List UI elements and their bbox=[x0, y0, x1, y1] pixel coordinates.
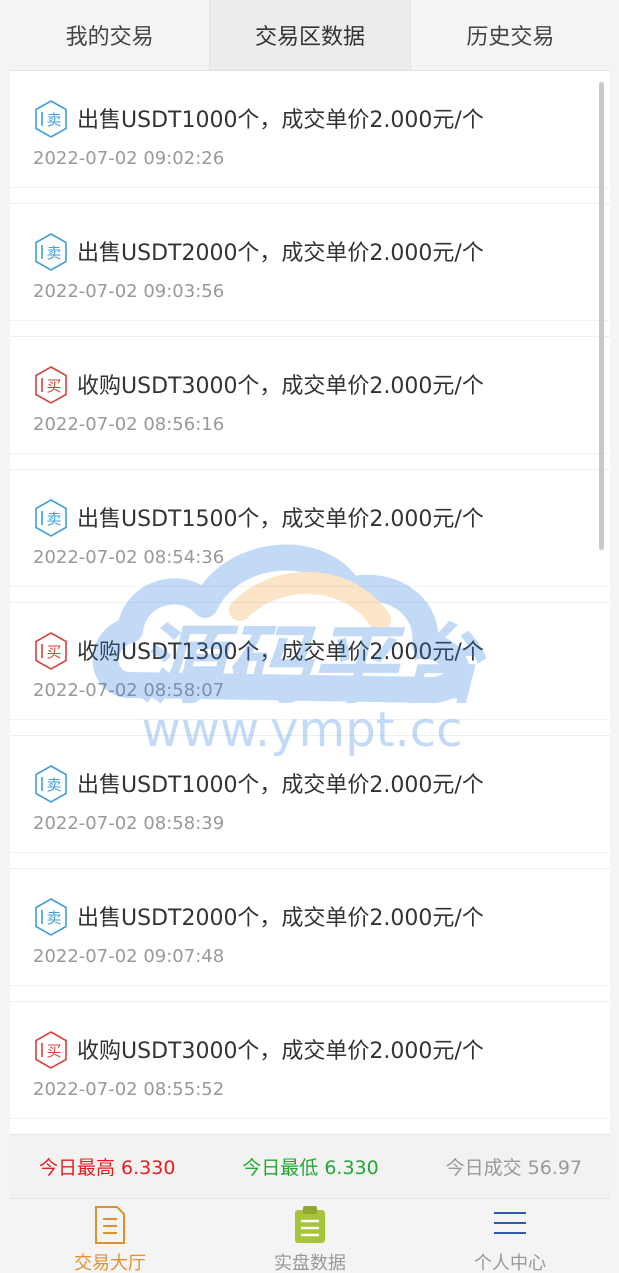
nav-personal-center-label: 个人中心 bbox=[474, 1253, 546, 1273]
buy-badge-icon: 买 bbox=[35, 1031, 67, 1069]
trade-row[interactable]: 卖出售USDT1000个，成交单价2.000元/个 2022-07-02 08:5… bbox=[10, 736, 610, 869]
clipboard-icon bbox=[295, 1206, 325, 1243]
trade-time: 2022-07-02 08:55:52 bbox=[33, 1079, 225, 1100]
daily-low: 今日最低 6.330 bbox=[242, 1157, 379, 1179]
trade-time: 2022-07-02 09:03:56 bbox=[33, 281, 225, 302]
tab-history-trades[interactable]: 历史交易 bbox=[411, 0, 610, 70]
trade-row[interactable]: 卖出售USDT1000个，成交单价2.000元/个 2022-07-02 09:0… bbox=[10, 71, 610, 204]
badge-label: 卖 bbox=[46, 776, 61, 794]
bottom-nav: 交易大厅 实盘数据 个人中心 bbox=[10, 1198, 610, 1273]
trade-time: 2022-07-02 09:02:26 bbox=[33, 148, 225, 169]
row-separator bbox=[10, 586, 610, 602]
trade-list[interactable]: 卖出售USDT1000个，成交单价2.000元/个 2022-07-02 09:0… bbox=[10, 71, 610, 1134]
trade-time: 2022-07-02 08:54:36 bbox=[33, 547, 225, 568]
row-separator bbox=[10, 719, 610, 735]
daily-stats-bar: 今日最高 6.330 今日最低 6.330 今日成交 56.97 bbox=[10, 1134, 610, 1198]
buy-badge-icon: 买 bbox=[35, 366, 67, 404]
trade-title: 收购USDT3000个，成交单价2.000元/个 bbox=[77, 1039, 484, 1064]
row-separator bbox=[10, 187, 610, 203]
document-icon bbox=[95, 1206, 125, 1244]
badge-label: 卖 bbox=[46, 111, 61, 129]
nav-personal-center[interactable]: 个人中心 bbox=[410, 1199, 610, 1273]
nav-trade-hall-label: 交易大厅 bbox=[74, 1253, 146, 1273]
trade-time: 2022-07-02 08:58:39 bbox=[33, 813, 225, 834]
nav-live-data[interactable]: 实盘数据 bbox=[210, 1199, 410, 1273]
trade-title: 出售USDT1500个，成交单价2.000元/个 bbox=[77, 507, 484, 532]
nav-live-data-label: 实盘数据 bbox=[274, 1253, 346, 1273]
daily-volume: 今日成交 56.97 bbox=[445, 1157, 582, 1179]
tab-bar: 我的交易 交易区数据 历史交易 bbox=[10, 0, 610, 71]
daily-high: 今日最高 6.330 bbox=[39, 1157, 176, 1179]
scrollbar[interactable] bbox=[599, 82, 604, 550]
trade-time: 2022-07-02 08:58:07 bbox=[33, 680, 225, 701]
badge-label: 卖 bbox=[46, 510, 61, 528]
trade-time: 2022-07-02 08:56:16 bbox=[33, 414, 225, 435]
sell-badge-icon: 卖 bbox=[35, 499, 67, 537]
sell-badge-icon: 卖 bbox=[35, 898, 67, 936]
trade-title: 出售USDT2000个，成交单价2.000元/个 bbox=[77, 241, 484, 266]
trade-title: 出售USDT1000个，成交单价2.000元/个 bbox=[77, 773, 484, 798]
row-separator bbox=[10, 320, 610, 336]
badge-label: 买 bbox=[46, 377, 61, 395]
trade-row[interactable]: 买收购USDT1300个，成交单价2.000元/个 2022-07-02 08:5… bbox=[10, 603, 610, 736]
sell-badge-icon: 卖 bbox=[35, 100, 67, 138]
nav-trade-hall[interactable]: 交易大厅 bbox=[10, 1199, 210, 1273]
badge-label: 卖 bbox=[46, 244, 61, 262]
trade-title: 收购USDT3000个，成交单价2.000元/个 bbox=[77, 374, 484, 399]
menu-lines-icon bbox=[494, 1212, 526, 1234]
row-separator bbox=[10, 852, 610, 868]
trade-row[interactable]: 买收购USDT3000个，成交单价2.000元/个 2022-07-02 08:5… bbox=[10, 1002, 610, 1134]
badge-label: 买 bbox=[46, 643, 61, 661]
sell-badge-icon: 卖 bbox=[35, 233, 67, 271]
trade-row[interactable]: 卖出售USDT2000个，成交单价2.000元/个 2022-07-02 09:0… bbox=[10, 204, 610, 337]
trade-title: 出售USDT1000个，成交单价2.000元/个 bbox=[77, 108, 484, 133]
trade-row[interactable]: 卖出售USDT2000个，成交单价2.000元/个 2022-07-02 09:0… bbox=[10, 869, 610, 1002]
trade-title: 收购USDT1300个，成交单价2.000元/个 bbox=[77, 640, 484, 665]
row-separator bbox=[10, 453, 610, 469]
row-separator bbox=[10, 985, 610, 1001]
sell-badge-icon: 卖 bbox=[35, 765, 67, 803]
tab-my-trades[interactable]: 我的交易 bbox=[10, 0, 211, 70]
buy-badge-icon: 买 bbox=[35, 632, 67, 670]
tab-trade-zone-data[interactable]: 交易区数据 bbox=[210, 0, 411, 70]
row-separator bbox=[10, 1118, 610, 1134]
trade-time: 2022-07-02 09:07:48 bbox=[33, 946, 225, 967]
trade-row[interactable]: 卖出售USDT1500个，成交单价2.000元/个 2022-07-02 08:5… bbox=[10, 470, 610, 603]
trade-title: 出售USDT2000个，成交单价2.000元/个 bbox=[77, 906, 484, 931]
badge-label: 卖 bbox=[46, 909, 61, 927]
trade-row[interactable]: 买收购USDT3000个，成交单价2.000元/个 2022-07-02 08:5… bbox=[10, 337, 610, 470]
badge-label: 买 bbox=[46, 1042, 61, 1060]
